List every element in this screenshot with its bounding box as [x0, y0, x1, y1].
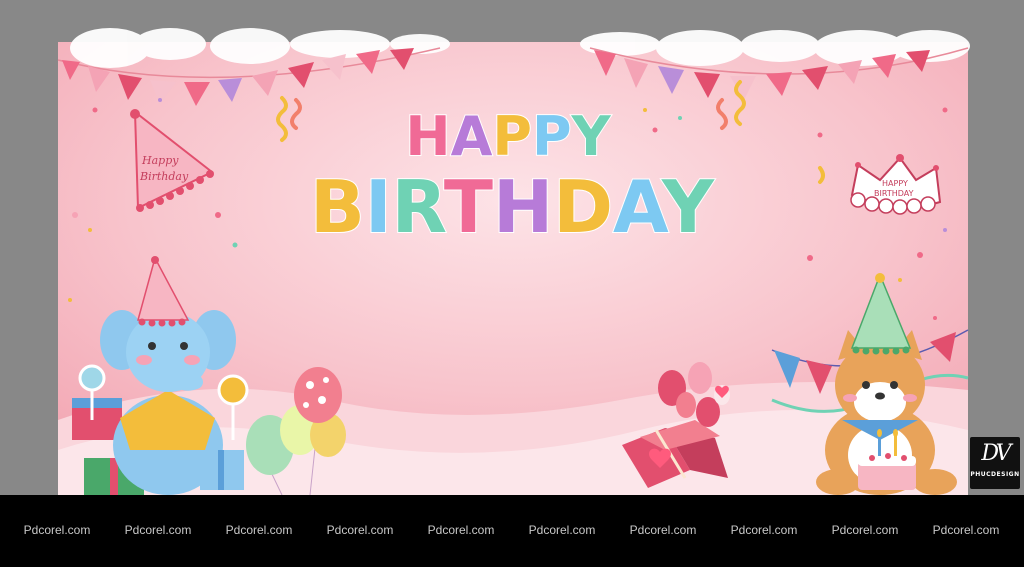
brand-mark: DV [981, 441, 1011, 466]
title-letter: T [444, 165, 493, 249]
title-letter: A [613, 165, 669, 249]
title-birthday: BIRTHDAY [310, 165, 715, 249]
hat-text-birthday: Birthday [139, 170, 189, 183]
title-letter: Y [661, 165, 715, 249]
brand-logo: DV PHUCDESIGN [970, 437, 1020, 489]
watermark-text: Pdcorel.com [730, 523, 798, 537]
watermark-text: Pdcorel.com [326, 523, 394, 537]
title-letter: I [365, 165, 392, 249]
hat-text-happy: Happy [141, 154, 179, 167]
watermark-text: Pdcorel.com [427, 523, 495, 537]
brand-name: PHUCDESIGN [970, 471, 1020, 478]
watermark-text: Pdcorel.com [932, 523, 1000, 537]
crown-text-birthday: BIRTHDAY [874, 189, 914, 198]
watermark-text: Pdcorel.com [225, 523, 293, 537]
title-letter: A [451, 105, 493, 168]
watermark-text: Pdcorel.com [528, 523, 596, 537]
title-happy: HAPPY [405, 105, 611, 168]
watermark-text: Pdcorel.com [23, 523, 91, 537]
title-letter: R [392, 165, 446, 249]
title-letter: Y [571, 105, 612, 168]
watermark-text: Pdcorel.com [629, 523, 697, 537]
title-letter: H [493, 165, 553, 249]
crown-text-happy: HAPPY [882, 179, 908, 188]
title-letter: P [492, 105, 532, 168]
title-letter: H [405, 105, 450, 168]
watermark-text: Pdcorel.com [124, 523, 192, 537]
title-letter: D [553, 165, 613, 249]
title-letter: P [532, 105, 572, 168]
birthday-banner-illustration: Happy Birthday HAPPY BIRTHDAY HAPPY BIRT… [57, 28, 970, 496]
watermark-text: Pdcorel.com [831, 523, 899, 537]
title-letter: B [310, 165, 365, 249]
